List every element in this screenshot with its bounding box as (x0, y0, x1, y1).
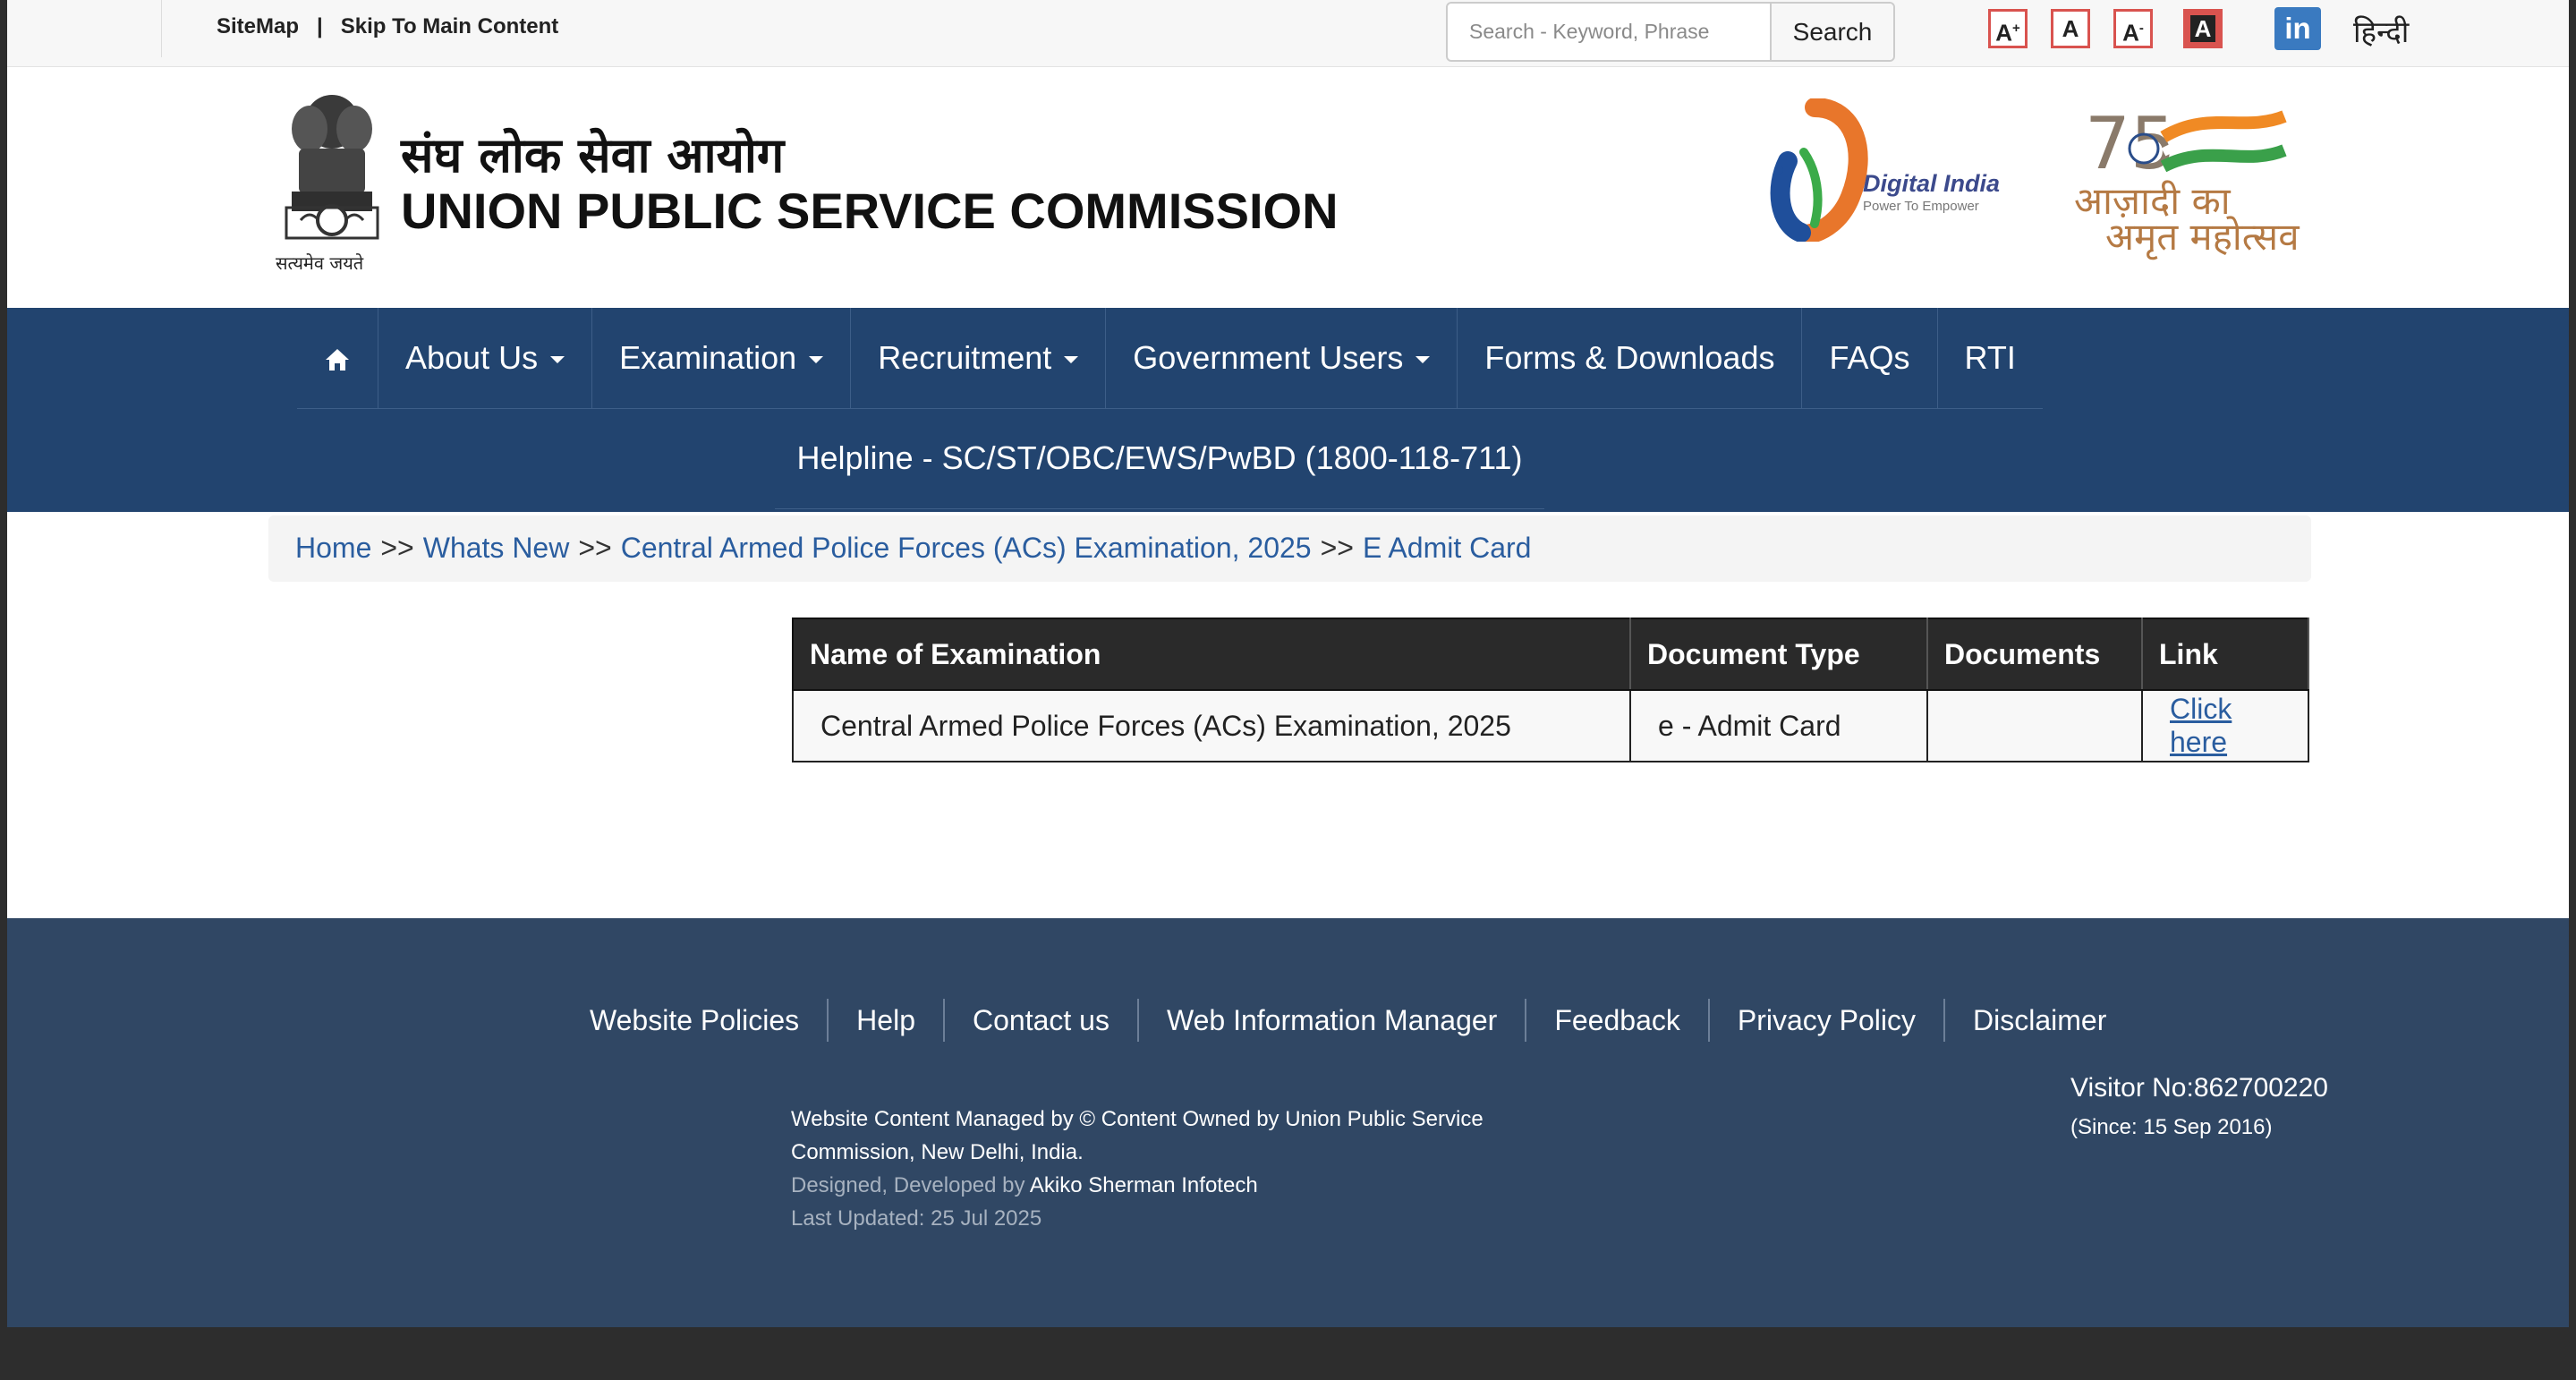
breadcrumb-current[interactable]: E Admit Card (1363, 532, 1532, 564)
footer-link-help[interactable]: Help (829, 999, 945, 1042)
cell-link: Click here (2141, 689, 2309, 762)
nav-about-us[interactable]: About Us (378, 308, 593, 408)
top-utility-bar: SiteMap|Skip To Main Content Search A+ A… (7, 0, 2569, 67)
helpline-link[interactable]: Helpline - SC/ST/OBC/EWS/PwBD (1800-118-… (775, 408, 1544, 509)
column-header-name: Name of Examination (792, 618, 1631, 691)
breadcrumb: Home >> Whats New >> Central Armed Police Fo… (268, 515, 2311, 582)
breadcrumb-home[interactable]: Home (295, 532, 371, 564)
top-links-separator: | (317, 14, 323, 38)
cell-exam-name: Central Armed Police Forces (ACs) Examin… (792, 689, 1631, 762)
hindi-language-link[interactable]: हिन्दी (2353, 11, 2409, 51)
visitor-since: (Since: 15 Sep 2016) (2070, 1115, 2273, 1139)
font-decrease-button[interactable]: A- (2113, 9, 2153, 48)
font-increase-sup: + (2012, 21, 2020, 36)
table-row: Central Armed Police Forces (ACs) Examin… (792, 689, 2309, 762)
column-header-link: Link (2141, 618, 2309, 691)
breadcrumb-separator: >> (380, 532, 414, 564)
footer-credits: Website Content Managed by © Content Own… (791, 1103, 1525, 1235)
azadi-line-2: अमृत महोत्सव (2105, 215, 2300, 259)
visitor-number: Visitor No:862700220 (2070, 1073, 2328, 1103)
footer-link-disclaimer[interactable]: Disclaimer (1945, 999, 2134, 1042)
font-increase-button[interactable]: A+ (1988, 9, 2028, 48)
nav-rti-label: RTI (1964, 339, 2016, 376)
font-decrease-sup: - (2138, 21, 2144, 36)
breadcrumb-exam[interactable]: Central Armed Police Forces (ACs) Examin… (621, 532, 1312, 564)
column-header-documents: Documents (1926, 618, 2143, 691)
nav-about-us-label: About Us (405, 339, 539, 376)
breadcrumb-separator: >> (1320, 532, 1354, 564)
nav-government-users[interactable]: Government Users (1106, 308, 1458, 408)
nav-forms-downloads[interactable]: Forms & Downloads (1458, 308, 1803, 408)
footer-links: Website Policies Help Contact us Web Inf… (562, 999, 2134, 1042)
footer: Website Policies Help Contact us Web Inf… (7, 918, 2569, 1327)
nav-forms-downloads-label: Forms & Downloads (1484, 339, 1775, 376)
page: SiteMap|Skip To Main Content Search A+ A… (7, 0, 2569, 1327)
high-contrast-label: A (2189, 15, 2216, 42)
designed-by-prefix: Designed, Developed by (791, 1173, 1025, 1197)
nav-faqs-label: FAQs (1829, 339, 1910, 376)
high-contrast-button[interactable]: A (2183, 9, 2223, 48)
font-normal-button[interactable]: A (2051, 9, 2090, 48)
digital-india-logo-icon[interactable] (1752, 98, 1868, 242)
chevron-down-icon (1416, 356, 1431, 364)
divider (161, 0, 162, 57)
font-decrease-label: A (2122, 19, 2139, 47)
footer-link-web-information-manager[interactable]: Web Information Manager (1139, 999, 1527, 1042)
footer-link-contact-us[interactable]: Contact us (945, 999, 1139, 1042)
emblem-caption: सत्यमेव जयते (276, 252, 364, 274)
home-icon (326, 349, 349, 371)
main-navigation: About Us Examination Recruitment Governm… (7, 308, 2569, 512)
documents-table: Name of Examination Document Type Docume… (792, 618, 2309, 762)
designed-by-company[interactable]: Akiko Sherman Infotech (1030, 1173, 1258, 1197)
nav-examination-label: Examination (619, 339, 797, 376)
column-header-document-type: Document Type (1629, 618, 1928, 691)
chevron-down-icon (1064, 356, 1079, 364)
click-here-link[interactable]: Click here (2170, 693, 2232, 758)
nav-home[interactable] (297, 308, 378, 408)
content-managed-text: Website Content Managed by © Content Own… (791, 1107, 1484, 1164)
top-links: SiteMap | Skip To Main Content (217, 14, 558, 39)
last-updated: Last Updated: 25 Jul 2025 (791, 1206, 1042, 1231)
linkedin-icon[interactable]: in (2274, 7, 2321, 50)
sitemap-link[interactable]: SiteMap (217, 14, 299, 38)
digital-india-text: Digital India (1863, 170, 2001, 197)
site-title-hindi: संघ लोक सेवा आयोग (401, 127, 785, 183)
digital-india-tagline: Power To Empower (1863, 199, 1979, 214)
nav-rti[interactable]: RTI (1938, 308, 2043, 408)
skip-to-main-link[interactable]: Skip To Main Content (341, 14, 559, 38)
national-emblem-icon (285, 95, 379, 240)
breadcrumb-separator: >> (578, 532, 612, 564)
cell-document-type: e - Admit Card (1629, 689, 1928, 762)
footer-link-feedback[interactable]: Feedback (1526, 999, 1710, 1042)
search-box: Search (1446, 2, 1895, 62)
chevron-down-icon (809, 356, 824, 364)
footer-link-privacy-policy[interactable]: Privacy Policy (1710, 999, 1946, 1042)
nav-government-users-label: Government Users (1133, 339, 1404, 376)
nav-recruitment[interactable]: Recruitment (851, 308, 1107, 408)
search-input[interactable] (1448, 4, 1770, 60)
font-increase-label: A (1995, 19, 2012, 47)
visitor-counter: Visitor No:862700220 (Since: 15 Sep 2016… (2070, 1069, 2339, 1147)
chevron-down-icon (550, 356, 565, 364)
nav-examination[interactable]: Examination (592, 308, 852, 408)
table-header-row: Name of Examination Document Type Docume… (792, 618, 2309, 691)
designed-by-line: Designed, Developed by Akiko Sherman Inf… (791, 1169, 1525, 1202)
nav-menu: About Us Examination Recruitment Governm… (297, 308, 2043, 409)
site-title-english: UNION PUBLIC SERVICE COMMISSION (401, 183, 1339, 239)
nav-faqs[interactable]: FAQs (1802, 308, 1938, 408)
footer-link-website-policies[interactable]: Website Policies (562, 999, 829, 1042)
font-normal-label: A (2062, 15, 2079, 42)
breadcrumb-whats-new[interactable]: Whats New (423, 532, 570, 564)
cell-documents (1926, 689, 2143, 762)
search-button[interactable]: Search (1770, 4, 1893, 60)
nav-recruitment-label: Recruitment (878, 339, 1052, 376)
